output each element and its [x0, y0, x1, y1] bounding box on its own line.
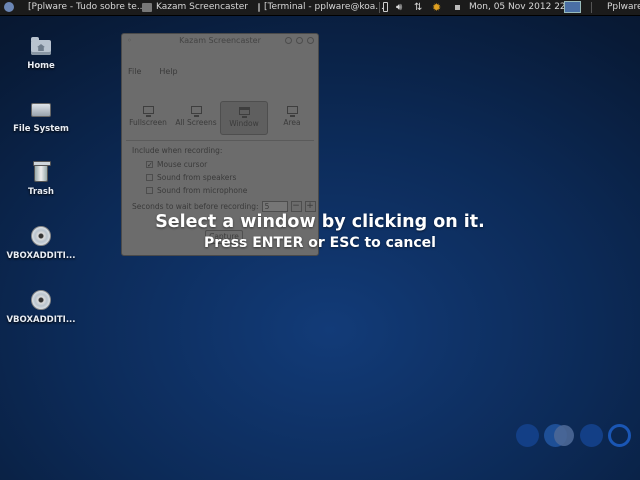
circle-decoration: [554, 425, 574, 446]
multi-monitor-icon: [190, 106, 202, 117]
taskbar-item-label: [Terminal - pplware@koa...: [264, 2, 384, 12]
taskbar-item-browser[interactable]: [Pplware - Tudo sobre te...: [24, 0, 145, 15]
menu-help[interactable]: Help: [159, 67, 177, 76]
taskbar-item-terminal[interactable]: [Terminal - pplware@koa...: [258, 0, 384, 15]
desktop-icon-file-system[interactable]: File System: [1, 98, 81, 134]
close-icon[interactable]: [307, 37, 314, 44]
desktop-icon-trash[interactable]: Trash: [1, 161, 81, 197]
mode-label: Area: [283, 118, 301, 127]
delay-input[interactable]: 5: [261, 201, 288, 212]
weather-icon[interactable]: ✹: [432, 0, 441, 15]
option-mouse-cursor[interactable]: ✓ Mouse cursor: [146, 160, 207, 169]
volume-icon[interactable]: 🔊︎: [396, 0, 402, 15]
window-icon: [142, 3, 152, 12]
overlay-instruction: Select a window by clicking on it.: [155, 212, 485, 232]
area-select-icon: [286, 106, 298, 117]
mode-all-screens[interactable]: All Screens: [172, 101, 220, 135]
delay-label: Seconds to wait before recording:: [132, 202, 259, 211]
mode-fullscreen[interactable]: Fullscreen: [124, 101, 172, 135]
window-icon: [238, 107, 250, 118]
desktop-icon-vbox-2[interactable]: VBOXADDITI...: [1, 289, 81, 325]
desktop-icon-label: Trash: [28, 187, 54, 197]
circle-decoration: [608, 424, 631, 447]
overlay-cancel-hint: Press ENTER or ESC to cancel: [204, 235, 436, 251]
option-label: Sound from speakers: [157, 173, 237, 182]
wallpaper-circles: [516, 424, 634, 448]
option-sound-speakers[interactable]: Sound from speakers: [146, 173, 236, 182]
terminal-icon: [258, 3, 260, 12]
mode-label: Fullscreen: [129, 118, 167, 127]
decrement-button[interactable]: −: [290, 201, 302, 212]
desktop-icon-home[interactable]: Home: [1, 35, 81, 71]
checkbox-icon[interactable]: [146, 187, 153, 194]
increment-button[interactable]: +: [304, 201, 316, 212]
checkbox-checked-icon[interactable]: ✓: [146, 161, 153, 169]
menu-file[interactable]: File: [128, 67, 141, 76]
include-heading: Include when recording:: [132, 146, 223, 155]
taskbar-item-label: Kazam Screencaster: [156, 2, 248, 12]
show-desktop-icon[interactable]: [564, 1, 581, 13]
circle-decoration: [516, 424, 539, 447]
desktop-icon-label: VBOXADDITI...: [6, 251, 76, 261]
divider: [126, 140, 314, 141]
desktop-icon-label: Home: [27, 61, 55, 71]
top-panel: [Pplware - Tudo sobre te... Kazam Screen…: [0, 0, 640, 16]
maximize-icon[interactable]: [296, 37, 303, 44]
panel-separator: [591, 2, 592, 13]
trash-icon: [33, 161, 51, 182]
panel-separator: [379, 2, 380, 13]
user-menu[interactable]: Pplware: [607, 0, 640, 15]
option-sound-microphone[interactable]: Sound from microphone: [146, 186, 247, 195]
mode-label: All Screens: [175, 118, 217, 127]
xfce-menu-icon[interactable]: [4, 2, 14, 12]
taskbar-item-label: [Pplware - Tudo sobre te...: [28, 2, 146, 12]
network-icon[interactable]: ⇅: [414, 0, 422, 15]
mode-label: Window: [229, 119, 259, 128]
battery-icon[interactable]: [383, 2, 388, 12]
home-folder-icon: [31, 37, 51, 55]
desktop-icon-label: VBOXADDITI...: [6, 315, 76, 325]
monitor-icon: [142, 106, 154, 117]
mode-area[interactable]: Area: [268, 101, 316, 135]
mode-window[interactable]: Window: [220, 101, 268, 135]
option-label: Sound from microphone: [157, 186, 248, 195]
workspace-indicator-icon[interactable]: [455, 5, 460, 10]
option-label: Mouse cursor: [157, 160, 208, 169]
minimize-icon[interactable]: [285, 37, 292, 44]
taskbar-item-kazam[interactable]: Kazam Screencaster: [142, 0, 254, 15]
delay-row: Seconds to wait before recording: 5 − +: [132, 201, 316, 212]
desktop-icon-label: File System: [13, 124, 69, 134]
circle-decoration: [580, 424, 603, 447]
cd-disc-icon: [31, 290, 51, 310]
checkbox-icon[interactable]: [146, 174, 153, 181]
drive-icon: [31, 103, 51, 117]
